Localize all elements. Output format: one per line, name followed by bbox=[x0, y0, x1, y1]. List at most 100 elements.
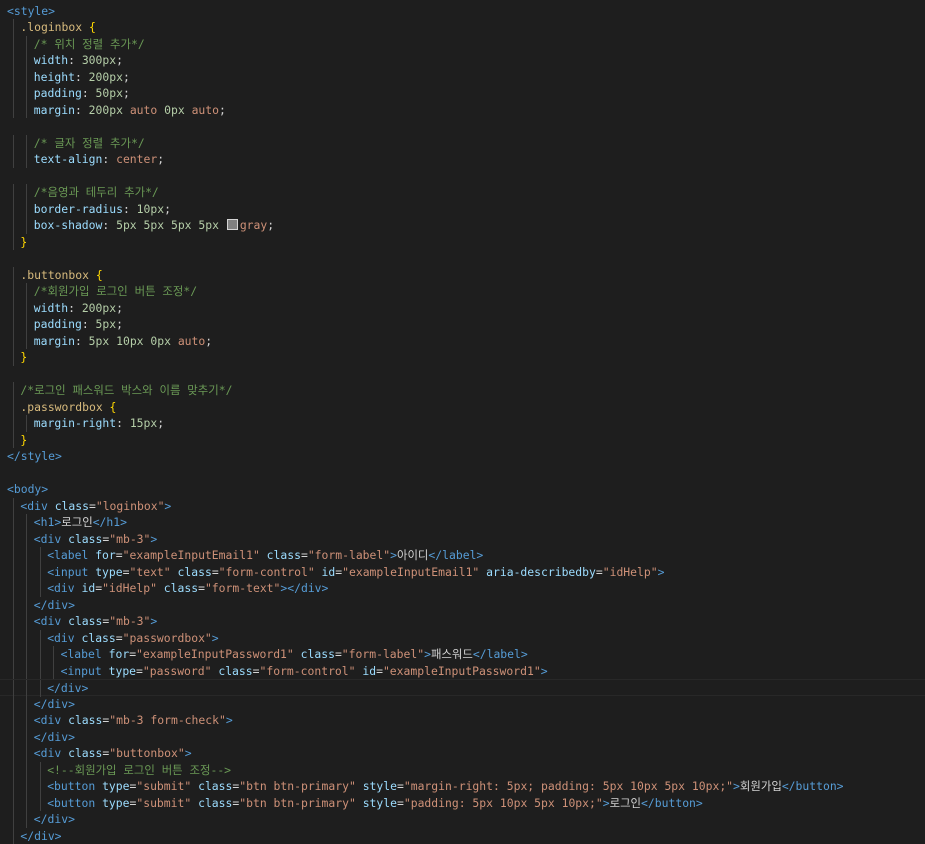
code-line[interactable]: <div class="loginbox"> bbox=[0, 498, 925, 515]
text-token: 패스워드 bbox=[431, 647, 473, 661]
code-line[interactable] bbox=[0, 366, 925, 383]
code-line[interactable]: <input type="text" class="form-control" … bbox=[0, 564, 925, 581]
code-line[interactable]: </div> bbox=[0, 597, 925, 614]
css-property-token: padding bbox=[34, 86, 82, 100]
code-line[interactable]: } bbox=[0, 349, 925, 366]
code-line[interactable]: /*로그인 패스워드 박스와 이름 맞추기*/ bbox=[0, 382, 925, 399]
code-line[interactable]: width: 300px; bbox=[0, 52, 925, 69]
code-line[interactable]: <button type="submit" class="btn btn-pri… bbox=[0, 778, 925, 795]
code-line[interactable]: <div class="mb-3"> bbox=[0, 531, 925, 548]
code-line[interactable]: margin: 5px 10px 0px auto; bbox=[0, 333, 925, 350]
code-line[interactable]: <label for="exampleInputPassword1" class… bbox=[0, 646, 925, 663]
code-line[interactable]: width: 200px; bbox=[0, 300, 925, 317]
code-line[interactable]: </div> bbox=[0, 679, 925, 696]
code-line[interactable]: <!--회원가입 로그인 버튼 조정--> bbox=[0, 762, 925, 779]
html-tag-token: <div bbox=[34, 614, 68, 628]
code-text: /*로그인 패스워드 박스와 이름 맞추기*/ bbox=[20, 382, 232, 399]
code-line[interactable]: </div> bbox=[0, 696, 925, 713]
code-line[interactable]: <div class="mb-3"> bbox=[0, 613, 925, 630]
code-line[interactable]: <style> bbox=[0, 3, 925, 20]
indent-guide bbox=[40, 795, 41, 812]
indent-guide bbox=[26, 300, 27, 317]
indent-guide bbox=[13, 811, 14, 828]
code-line[interactable]: <div class="passwordbox"> bbox=[0, 630, 925, 647]
punctuation-token: : bbox=[102, 218, 116, 232]
code-editor[interactable]: <style>.loginbox {/* 위치 정렬 추가*/width: 30… bbox=[0, 0, 925, 833]
code-line[interactable]: /* 글자 정렬 추가*/ bbox=[0, 135, 925, 152]
code-line[interactable]: </div> bbox=[0, 729, 925, 746]
attribute-name-token: class bbox=[198, 796, 232, 810]
code-line[interactable] bbox=[0, 465, 925, 482]
code-line[interactable]: margin: 200px auto 0px auto; bbox=[0, 102, 925, 119]
html-tag-token: > bbox=[390, 548, 397, 562]
code-line[interactable]: height: 200px; bbox=[0, 69, 925, 86]
code-line[interactable] bbox=[0, 250, 925, 267]
html-tag-token: </div> bbox=[47, 681, 88, 695]
code-line[interactable]: <div class="mb-3 form-check"> bbox=[0, 712, 925, 729]
punctuation-token: = bbox=[123, 565, 130, 579]
color-swatch-icon[interactable] bbox=[227, 219, 238, 230]
code-line[interactable]: /*음영과 테두리 추가*/ bbox=[0, 184, 925, 201]
indent-guide bbox=[13, 613, 14, 630]
indent-guide bbox=[40, 580, 41, 597]
code-line[interactable]: /*회원가입 로그인 버튼 조정*/ bbox=[0, 283, 925, 300]
code-line[interactable]: </div> bbox=[0, 828, 925, 844]
code-text: </div> bbox=[47, 680, 88, 697]
indent-guide bbox=[53, 646, 54, 663]
indent-guide bbox=[26, 696, 27, 713]
code-line[interactable]: padding: 50px; bbox=[0, 85, 925, 102]
string-token: "password" bbox=[143, 664, 212, 678]
code-text: .loginbox { bbox=[20, 19, 95, 36]
indent-guide bbox=[13, 69, 14, 86]
code-line[interactable]: /* 위치 정렬 추가*/ bbox=[0, 36, 925, 53]
code-line[interactable]: <label for="exampleInputEmail1" class="f… bbox=[0, 547, 925, 564]
code-line[interactable] bbox=[0, 168, 925, 185]
code-line[interactable]: <input type="password" class="form-contr… bbox=[0, 663, 925, 680]
indent-guide bbox=[13, 795, 14, 812]
punctuation-token: : bbox=[75, 103, 89, 117]
indent-guide bbox=[26, 613, 27, 630]
punctuation-token bbox=[294, 647, 301, 661]
code-line[interactable]: <button type="submit" class="btn btn-pri… bbox=[0, 795, 925, 812]
html-tag-token: <input bbox=[61, 664, 109, 678]
indent-guide bbox=[13, 52, 14, 69]
indent-guide bbox=[13, 102, 14, 119]
code-line[interactable]: </style> bbox=[0, 448, 925, 465]
code-text: <div class="mb-3 form-check"> bbox=[34, 712, 233, 729]
code-text: } bbox=[20, 349, 27, 366]
punctuation-token bbox=[157, 581, 164, 595]
html-tag-token: <body> bbox=[7, 482, 48, 496]
indent-guide bbox=[13, 680, 14, 697]
code-line[interactable]: </div> bbox=[0, 811, 925, 828]
css-property-token: text-align bbox=[34, 152, 103, 166]
code-text: <h1>로그인</h1> bbox=[34, 514, 127, 531]
code-line[interactable]: <body> bbox=[0, 481, 925, 498]
indent-guide bbox=[26, 36, 27, 53]
attribute-name-token: class bbox=[68, 532, 102, 546]
text-token: 로그인 bbox=[610, 796, 641, 810]
code-line[interactable] bbox=[0, 118, 925, 135]
string-token: "loginbox" bbox=[96, 499, 165, 513]
punctuation-token: = bbox=[212, 565, 219, 579]
code-line[interactable]: <h1>로그인</h1> bbox=[0, 514, 925, 531]
code-line[interactable]: box-shadow: 5px 5px 5px 5px gray; bbox=[0, 217, 925, 234]
code-line[interactable]: .loginbox { bbox=[0, 19, 925, 36]
code-line[interactable]: } bbox=[0, 234, 925, 251]
code-text: } bbox=[20, 234, 27, 251]
indent-guide bbox=[40, 778, 41, 795]
code-text: box-shadow: 5px 5px 5px 5px gray; bbox=[34, 217, 274, 234]
indent-guide bbox=[40, 630, 41, 647]
indent-guide bbox=[26, 217, 27, 234]
code-line[interactable]: <div id="idHelp" class="form-text"></div… bbox=[0, 580, 925, 597]
code-line[interactable]: .buttonbox { bbox=[0, 267, 925, 284]
code-line[interactable]: padding: 5px; bbox=[0, 316, 925, 333]
indent-guide bbox=[26, 646, 27, 663]
code-line[interactable]: .passwordbox { bbox=[0, 399, 925, 416]
code-line[interactable]: text-align: center; bbox=[0, 151, 925, 168]
code-line[interactable]: margin-right: 15px; bbox=[0, 415, 925, 432]
code-text: <div class="buttonbox"> bbox=[34, 745, 192, 762]
code-line[interactable]: <div class="buttonbox"> bbox=[0, 745, 925, 762]
code-line[interactable]: border-radius: 10px; bbox=[0, 201, 925, 218]
code-line[interactable]: } bbox=[0, 432, 925, 449]
css-selector-token: .loginbox bbox=[20, 20, 89, 34]
